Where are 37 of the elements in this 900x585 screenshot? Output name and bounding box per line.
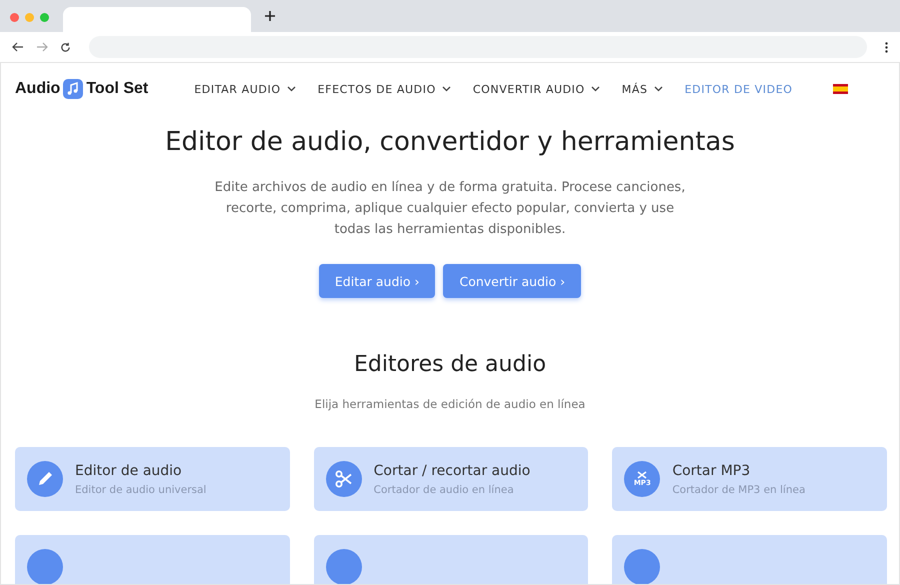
scissors-icon <box>326 461 362 497</box>
intro-text: Edite archivos de audio en línea y de forma gratuita. Procese canciones, recorte, comprima, aplique cualquier efecto popular, convierta y use todas las herramientas disponibles. <box>214 179 686 239</box>
chevron-down-icon <box>442 86 451 92</box>
logo-text[interactable]: Tool Set <box>86 80 148 98</box>
tool-title: Cortar / recortar audio <box>374 462 530 478</box>
chevron-down-icon <box>654 86 663 92</box>
tool-title: Cortar MP3 <box>672 462 752 478</box>
chevron-down-icon <box>286 86 296 92</box>
tool-card[interactable]: Cortar / recortar audio Cortador de audio en línea <box>314 447 588 511</box>
reload-icon[interactable] <box>60 42 71 52</box>
logo-text[interactable]: Audio <box>15 80 60 98</box>
tool-title: Editor de audio <box>75 462 183 478</box>
tool-description: Cortador de MP3 en línea <box>672 484 806 496</box>
page-title: Editor de audio, convertidor y herramientas <box>165 127 735 157</box>
maximize-dot[interactable] <box>40 12 49 22</box>
tool-description: Editor de audio universal <box>75 484 206 496</box>
nav-link[interactable]: EFECTOS DE AUDIO <box>318 82 451 96</box>
tool-description: Cortador de audio en línea <box>374 484 515 496</box>
forward-icon[interactable] <box>36 42 48 52</box>
back-icon[interactable] <box>12 42 24 52</box>
flag-icon[interactable] <box>832 84 848 94</box>
nav-link[interactable]: MÁS <box>622 82 663 96</box>
menu-icon[interactable] <box>885 42 888 52</box>
tool-card[interactable] <box>612 535 887 584</box>
chevron-down-icon <box>590 86 600 92</box>
section-title: Editores de audio <box>354 352 546 377</box>
pencil-icon <box>27 461 63 497</box>
tool-card[interactable] <box>15 535 290 584</box>
nav-link[interactable]: CONVERTIR AUDIO <box>472 82 600 96</box>
minimize-dot[interactable] <box>25 12 34 22</box>
close-dot[interactable] <box>10 12 19 22</box>
nav-link[interactable]: EDITAR AUDIO <box>194 82 296 96</box>
section-subtitle: Elija herramientas de edición de audio en línea <box>314 397 586 411</box>
tool-card[interactable] <box>314 535 588 584</box>
tool-card[interactable]: Editor de audio Editor de audio universal <box>15 447 290 511</box>
music-note-icon[interactable] <box>63 79 84 99</box>
new-tab-icon[interactable] <box>265 11 275 21</box>
